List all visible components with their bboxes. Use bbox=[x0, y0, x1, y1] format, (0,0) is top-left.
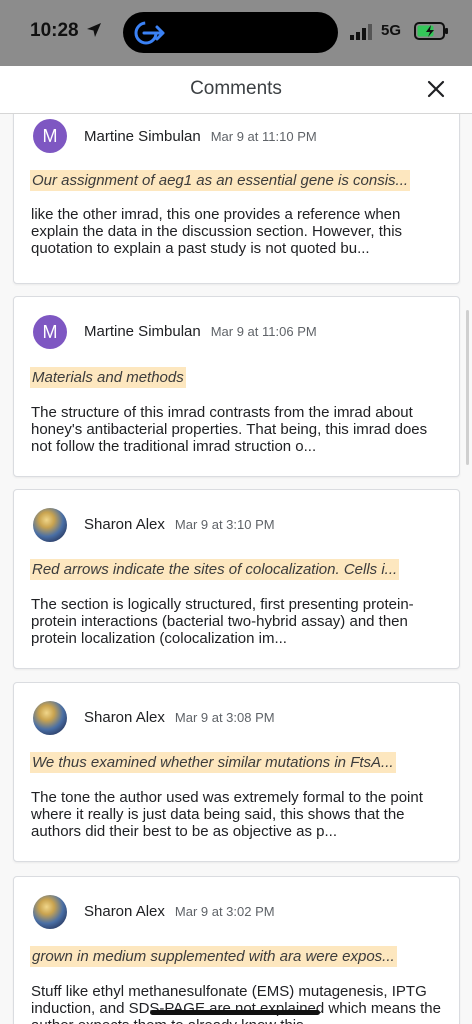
comment-author: Sharon Alex Mar 9 at 3:10 PM bbox=[84, 516, 275, 533]
comment-body[interactable]: The tone the author used was extremely f… bbox=[31, 789, 445, 840]
author-name: Martine Simbulan bbox=[84, 323, 201, 340]
dynamic-island bbox=[123, 12, 338, 53]
comment-card[interactable]: Sharon Alex Mar 9 at 3:10 PM Red arrows i… bbox=[13, 489, 460, 669]
status-bar: 10:28 5G bbox=[0, 0, 472, 66]
comments-header: Comments bbox=[0, 66, 472, 114]
comment-author: Sharon Alex Mar 9 at 3:02 PM bbox=[84, 903, 275, 920]
comment-date: Mar 9 at 11:06 PM bbox=[210, 324, 317, 339]
avatar bbox=[33, 895, 67, 929]
comment-date: Mar 9 at 11:10 PM bbox=[210, 129, 317, 144]
quoted-text[interactable]: Our assignment of aeg1 as an essential g… bbox=[30, 170, 411, 191]
comment-body[interactable]: Stuff like ethyl methanesulfonate (EMS) … bbox=[31, 983, 445, 1024]
comment-card[interactable]: M Martine Simbulan Mar 9 at 11:06 PM Mate… bbox=[13, 296, 460, 477]
scrollbar[interactable] bbox=[466, 310, 469, 465]
quoted-text[interactable]: grown in medium supplemented with ara we… bbox=[30, 946, 397, 967]
signal-icon bbox=[350, 24, 372, 40]
comment-card[interactable]: Sharon Alex Mar 9 at 3:08 PM We thus exam… bbox=[13, 682, 460, 862]
comment-body[interactable]: like the other imrad, this one provides … bbox=[31, 206, 445, 257]
author-name: Sharon Alex bbox=[84, 903, 165, 920]
home-indicator[interactable] bbox=[150, 1010, 320, 1015]
comment-date: Mar 9 at 3:02 PM bbox=[174, 904, 275, 919]
close-icon[interactable] bbox=[425, 78, 447, 100]
avatar-initial: M bbox=[42, 125, 58, 146]
avatar-initial: M bbox=[42, 321, 58, 342]
quoted-text[interactable]: Materials and methods bbox=[30, 367, 186, 388]
avatar bbox=[33, 508, 67, 542]
comment-date: Mar 9 at 3:08 PM bbox=[174, 710, 275, 725]
comment-author: Martine Simbulan Mar 9 at 11:06 PM bbox=[84, 323, 317, 340]
author-name: Sharon Alex bbox=[84, 516, 165, 533]
avatar: M bbox=[33, 119, 67, 153]
comment-body[interactable]: The section is logically structured, fir… bbox=[31, 596, 445, 647]
status-time: 10:28 bbox=[30, 20, 79, 41]
comment-card[interactable]: M Martine Simbulan Mar 9 at 11:10 PM Our … bbox=[13, 114, 460, 284]
avatar: M bbox=[33, 315, 67, 349]
comment-author: Sharon Alex Mar 9 at 3:08 PM bbox=[84, 709, 275, 726]
battery-charging-icon bbox=[414, 22, 448, 40]
network-label: 5G bbox=[381, 22, 402, 39]
page-title: Comments bbox=[190, 78, 282, 99]
comment-date: Mar 9 at 3:10 PM bbox=[174, 517, 275, 532]
comment-author: Martine Simbulan Mar 9 at 11:10 PM bbox=[84, 128, 317, 145]
avatar bbox=[33, 701, 67, 735]
app-switch-icon bbox=[134, 21, 165, 45]
location-arrow-icon bbox=[87, 23, 101, 37]
comment-body[interactable]: The structure of this imrad contrasts fr… bbox=[31, 404, 445, 455]
quoted-text[interactable]: We thus examined whether similar mutatio… bbox=[30, 752, 396, 773]
quoted-text[interactable]: Red arrows indicate the sites of colocal… bbox=[30, 559, 400, 580]
comment-list[interactable]: M Martine Simbulan Mar 9 at 11:10 PM Our … bbox=[0, 114, 472, 1024]
author-name: Martine Simbulan bbox=[84, 128, 201, 145]
author-name: Sharon Alex bbox=[84, 709, 165, 726]
comment-card[interactable]: Sharon Alex Mar 9 at 3:02 PM grown in med… bbox=[13, 876, 460, 1024]
